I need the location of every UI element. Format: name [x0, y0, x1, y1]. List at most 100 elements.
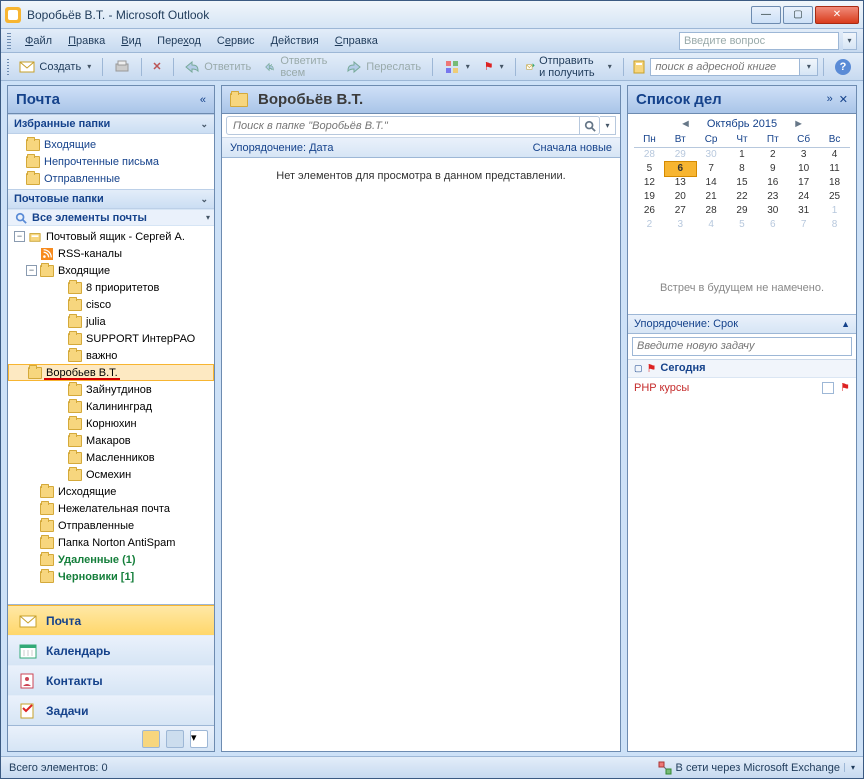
calendar-day[interactable]: 6: [757, 218, 788, 232]
subfolder[interactable]: SUPPORT ИнтерРАО: [8, 330, 214, 347]
calendar-day[interactable]: 5: [727, 218, 758, 232]
calendar-day[interactable]: 25: [819, 190, 850, 204]
menu-view[interactable]: Вид: [115, 33, 147, 49]
folder-deleted[interactable]: Удаленные (1): [8, 551, 214, 568]
print-button[interactable]: [108, 56, 136, 78]
task-checkbox[interactable]: [822, 382, 834, 394]
calendar-day[interactable]: 24: [788, 190, 819, 204]
folder-drafts[interactable]: Черновики [1]: [8, 568, 214, 585]
next-month-button[interactable]: ►: [789, 118, 808, 130]
subfolder[interactable]: 8 приоритетов: [8, 279, 214, 296]
menu-go[interactable]: Переход: [151, 33, 207, 49]
calendar-day[interactable]: 23: [757, 190, 788, 204]
subfolder[interactable]: Осмехин: [8, 466, 214, 483]
menu-tools[interactable]: Сервис: [211, 33, 261, 49]
folder-search-input[interactable]: [226, 116, 580, 135]
favorite-item[interactable]: Непрочтенные письма: [8, 153, 214, 170]
rss-folder[interactable]: RSS-каналы: [8, 245, 214, 262]
collapse-icon[interactable]: «: [200, 94, 206, 106]
folder-tree[interactable]: −Почтовый ящик - Сергей А.RSS-каналы−Вхо…: [8, 226, 214, 604]
calendar-day[interactable]: 22: [727, 190, 758, 204]
sort-bar[interactable]: Упорядочение: Дата Сначала новые: [222, 138, 620, 158]
categorize-button[interactable]: ▾: [438, 56, 476, 78]
calendar-day[interactable]: 17: [788, 176, 819, 190]
replyall-button[interactable]: Ответить всем: [259, 52, 338, 82]
new-task-input[interactable]: [632, 337, 852, 356]
calendar-day[interactable]: 7: [696, 162, 727, 176]
subfolder[interactable]: Масленников: [8, 449, 214, 466]
menu-help[interactable]: Справка: [329, 33, 384, 49]
nav-календарь[interactable]: Календарь: [8, 635, 214, 665]
question-box[interactable]: Введите вопрос: [679, 32, 839, 50]
calendar-day[interactable]: 28: [696, 204, 727, 218]
mailfolders-header[interactable]: Почтовые папки⌄: [8, 189, 214, 209]
calendar-day[interactable]: 14: [696, 176, 727, 190]
calendar-day[interactable]: 2: [634, 218, 665, 232]
favorites-header[interactable]: Избранные папки⌄: [8, 114, 214, 134]
calendar-day[interactable]: 7: [788, 218, 819, 232]
calendar-day[interactable]: 31: [788, 204, 819, 218]
calendar-day[interactable]: 30: [757, 204, 788, 218]
calendar-day[interactable]: 3: [665, 218, 696, 232]
mailbox-root[interactable]: −Почтовый ящик - Сергей А.: [8, 228, 214, 245]
calendar-day[interactable]: 8: [727, 162, 758, 176]
calendar-day[interactable]: 16: [757, 176, 788, 190]
subfolder[interactable]: важно: [8, 347, 214, 364]
calendar-day[interactable]: 26: [634, 204, 665, 218]
calendar-day[interactable]: 4: [696, 218, 727, 232]
calendar-day[interactable]: 19: [634, 190, 665, 204]
task-group-today[interactable]: ▢ ⚑ Сегодня: [628, 360, 856, 378]
search-scope-dropdown[interactable]: ▾: [600, 116, 616, 135]
subfolder[interactable]: Зайнутдинов: [8, 381, 214, 398]
calendar-day[interactable]: 29: [727, 204, 758, 218]
calendar-day[interactable]: 9: [757, 162, 788, 176]
calendar-day[interactable]: 28: [634, 148, 665, 162]
close-button[interactable]: ✕: [815, 6, 859, 24]
calendar-day[interactable]: 1: [727, 148, 758, 162]
menu-actions[interactable]: Действия: [265, 33, 325, 49]
calendar-day[interactable]: 12: [634, 176, 665, 190]
calendar-day[interactable]: 18: [819, 176, 850, 190]
task-sort-bar[interactable]: Упорядочение: Срок ▲: [628, 314, 856, 334]
calendar-day[interactable]: 2: [757, 148, 788, 162]
prev-month-button[interactable]: ◄: [676, 118, 695, 130]
all-mail-items[interactable]: Все элементы почты ▾: [8, 209, 214, 226]
sendreceive-button[interactable]: Отправить и получить▾: [520, 52, 618, 82]
menu-file[interactable]: Файл: [19, 33, 58, 49]
calendar-day[interactable]: 15: [727, 176, 758, 190]
status-dropdown[interactable]: ▾: [844, 763, 855, 772]
calendar[interactable]: ПнВтСрЧтПтСбВс 2829301234567891011121314…: [634, 132, 850, 232]
question-dropdown[interactable]: ▾: [843, 32, 857, 50]
calendar-day[interactable]: 6: [665, 162, 696, 176]
followup-button[interactable]: ⚑▾: [478, 57, 510, 76]
shortcut-icon[interactable]: [142, 730, 160, 748]
calendar-day[interactable]: 20: [665, 190, 696, 204]
favorite-item[interactable]: Отправленные: [8, 170, 214, 187]
folder-outbox[interactable]: Исходящие: [8, 483, 214, 500]
configure-icon[interactable]: ▾: [190, 730, 208, 748]
menu-edit[interactable]: Правка: [62, 33, 111, 49]
addressbook-search[interactable]: [650, 58, 800, 76]
calendar-day[interactable]: 21: [696, 190, 727, 204]
subfolder[interactable]: julia: [8, 313, 214, 330]
addressbook-dropdown[interactable]: ▾: [800, 58, 818, 76]
calendar-day[interactable]: 3: [788, 148, 819, 162]
help-button[interactable]: ?: [829, 56, 857, 78]
calendar-day[interactable]: 8: [819, 218, 850, 232]
new-button[interactable]: Создать▾: [13, 56, 97, 78]
delete-button[interactable]: ✕: [146, 57, 167, 76]
nav-задачи[interactable]: Задачи: [8, 695, 214, 725]
folder-sent[interactable]: Отправленные: [8, 517, 214, 534]
calendar-day[interactable]: 27: [665, 204, 696, 218]
folder-icon[interactable]: [166, 730, 184, 748]
calendar-day[interactable]: 29: [665, 148, 696, 162]
maximize-button[interactable]: ▢: [783, 6, 813, 24]
expand-icon[interactable]: »: [827, 93, 833, 106]
nav-контакты[interactable]: Контакты: [8, 665, 214, 695]
dropdown-icon[interactable]: ▾: [206, 213, 210, 222]
search-button[interactable]: [580, 116, 600, 135]
reply-button[interactable]: Ответить: [178, 56, 257, 78]
calendar-day[interactable]: 5: [634, 162, 665, 176]
calendar-day[interactable]: 30: [696, 148, 727, 162]
calendar-day[interactable]: 1: [819, 204, 850, 218]
